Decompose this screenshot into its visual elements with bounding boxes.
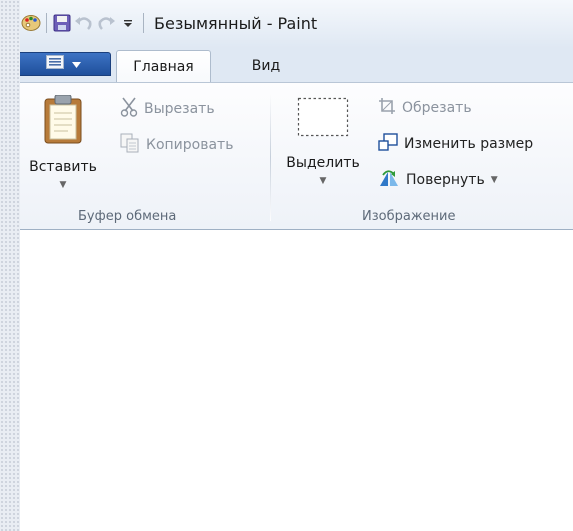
file-menu-button[interactable] xyxy=(16,52,111,76)
group-separator xyxy=(270,93,271,221)
crop-button[interactable]: Обрезать xyxy=(378,97,472,119)
rotate-button[interactable]: Повернуть ▼ xyxy=(378,169,498,191)
clipboard-paste-icon xyxy=(43,94,83,149)
crop-icon xyxy=(378,97,396,119)
copy-button[interactable]: Копировать xyxy=(120,133,233,157)
title-bar: Безымянный - Paint xyxy=(20,0,573,48)
rotate-icon xyxy=(378,169,400,191)
menu-icon xyxy=(46,55,64,73)
window-title: Безымянный - Paint xyxy=(154,13,318,33)
paste-label: Вставить xyxy=(29,159,97,175)
select-label: Выделить xyxy=(286,155,360,171)
paint-palette-icon[interactable] xyxy=(20,12,42,34)
ribbon-home: Вставить ▼ Вырезать Копировать Буфер обм… xyxy=(20,82,573,230)
cut-label: Вырезать xyxy=(144,101,215,117)
customize-qat-icon[interactable] xyxy=(117,12,139,34)
paste-button[interactable]: Вставить ▼ xyxy=(29,94,97,190)
workspace-left-edge xyxy=(0,0,20,531)
paste-dropdown-arrow-icon[interactable]: ▼ xyxy=(60,181,67,190)
cut-button[interactable]: Вырезать xyxy=(120,97,215,121)
resize-button[interactable]: Изменить размер xyxy=(378,133,533,155)
select-rectangle-icon xyxy=(297,97,349,141)
resize-label: Изменить размер xyxy=(404,136,534,152)
ribbon-tabs: Главная Вид xyxy=(16,48,573,82)
select-button[interactable]: Выделить ▼ xyxy=(280,97,366,186)
tab-home[interactable]: Главная xyxy=(116,50,211,82)
qat-title-separator xyxy=(143,13,144,33)
rotate-dropdown-arrow-icon[interactable]: ▼ xyxy=(491,175,498,185)
clipboard-group-label: Буфер обмена xyxy=(78,209,177,224)
image-group-label: Изображение xyxy=(362,209,456,224)
rotate-label: Повернуть xyxy=(406,172,485,188)
scissors-icon xyxy=(120,97,138,121)
select-dropdown-arrow-icon[interactable]: ▼ xyxy=(320,177,327,186)
copy-icon xyxy=(120,133,140,157)
crop-label: Обрезать xyxy=(402,100,472,116)
chevron-down-icon xyxy=(72,57,81,72)
qat-separator xyxy=(46,13,47,33)
quick-access-toolbar: Безымянный - Paint xyxy=(20,8,317,38)
undo-icon[interactable] xyxy=(73,12,95,34)
drawing-canvas[interactable] xyxy=(20,231,573,531)
paint-window: Безымянный - Paint Главная Вид Вставить … xyxy=(16,0,573,531)
copy-label: Копировать xyxy=(146,137,234,153)
redo-icon[interactable] xyxy=(95,12,117,34)
tab-view[interactable]: Вид xyxy=(238,50,294,82)
save-icon[interactable] xyxy=(51,12,73,34)
resize-icon xyxy=(378,133,398,155)
